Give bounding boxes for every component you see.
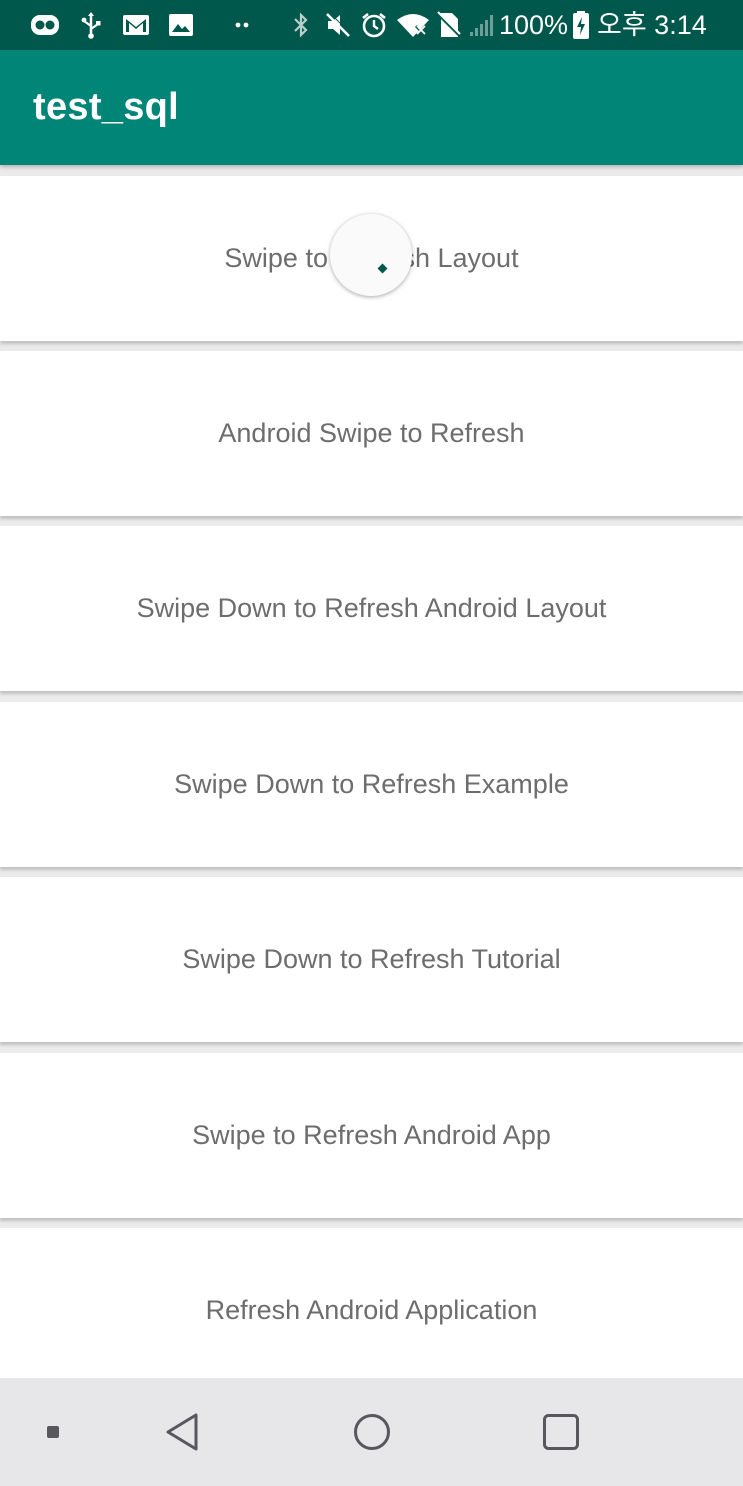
- status-bar: 100% 오후 3:14: [0, 0, 743, 50]
- overview-icon: [543, 1414, 579, 1450]
- overview-button[interactable]: [531, 1378, 591, 1486]
- no-sim-icon: [434, 0, 464, 50]
- list-item-label: Swipe Down to Refresh Example: [174, 769, 569, 799]
- alarm-icon: [358, 0, 390, 50]
- list-item[interactable]: Swipe Down to Refresh Android Layout: [0, 526, 743, 691]
- app-bar: test_sql: [0, 50, 743, 165]
- cardboard-icon: [28, 0, 62, 50]
- back-button[interactable]: [152, 1378, 212, 1486]
- app-title: test_sql: [33, 86, 180, 128]
- list-item[interactable]: Refresh Android Application: [0, 1228, 743, 1378]
- battery-percent: 100%: [499, 10, 569, 40]
- usb-icon: [77, 0, 105, 50]
- refresh-spinner: [330, 214, 412, 296]
- recents-dot[interactable]: [38, 1378, 68, 1486]
- list-item-label: Swipe Down to Refresh Tutorial: [182, 944, 561, 974]
- list-item[interactable]: Android Swipe to Refresh: [0, 351, 743, 516]
- list-item[interactable]: Swipe Down to Refresh Example: [0, 702, 743, 867]
- list-item-label: Android Swipe to Refresh: [218, 418, 525, 448]
- list-item-label: Refresh Android Application: [205, 1295, 538, 1325]
- signal-icon: [466, 0, 496, 50]
- mute-icon: [322, 0, 354, 50]
- gallery-icon: [166, 0, 196, 50]
- back-icon: [166, 1413, 198, 1451]
- list-view[interactable]: Swipe to Refresh Layout Android Swipe to…: [0, 165, 743, 1378]
- list-item[interactable]: Swipe to Refresh Android App: [0, 1053, 743, 1218]
- home-icon: [354, 1414, 390, 1450]
- navigation-bar: [0, 1378, 743, 1486]
- home-button[interactable]: [342, 1378, 402, 1486]
- wifi-icon: [395, 0, 431, 50]
- list-item-label: Swipe to Refresh Android App: [192, 1120, 551, 1150]
- list-item-label: Swipe Down to Refresh Android Layout: [136, 593, 607, 623]
- battery-icon: [570, 0, 592, 50]
- spinner-progress-icon: [377, 263, 388, 274]
- more-dots-icon: [230, 0, 254, 50]
- clock: 오후 3:14: [597, 10, 707, 40]
- gmail-icon: [120, 0, 152, 50]
- bluetooth-icon: [289, 0, 313, 50]
- list-item[interactable]: Swipe Down to Refresh Tutorial: [0, 877, 743, 1042]
